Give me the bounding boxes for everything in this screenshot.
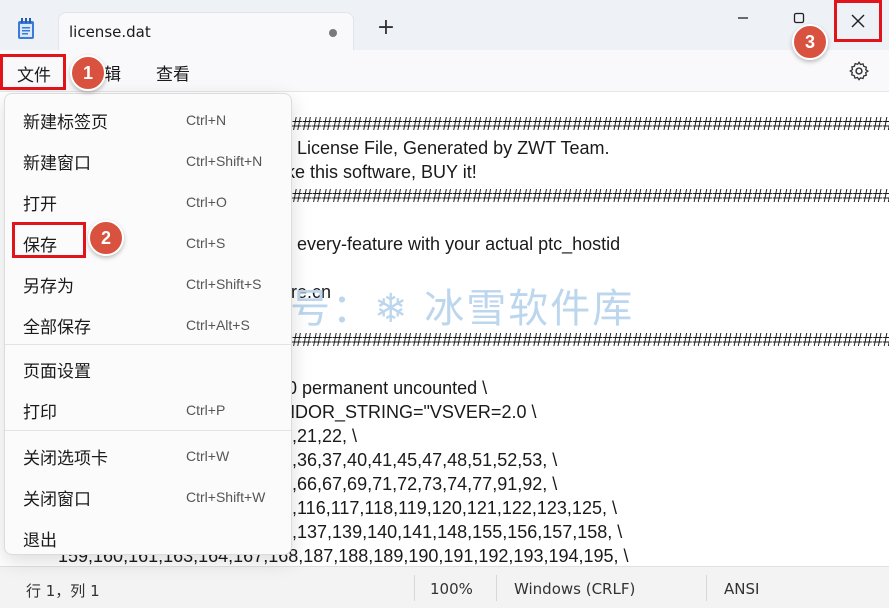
editor-line: ########################################… <box>282 114 889 134</box>
menu-item-save-all[interactable]: 全部保存 Ctrl+Alt+S <box>5 303 291 343</box>
editor-line: n every-feature with your actual ptc_hos… <box>282 234 621 254</box>
menu-divider <box>5 344 291 345</box>
editor-line: 9,21,22, \ <box>282 426 358 446</box>
minimize-icon <box>738 17 748 19</box>
step-badge-3: 3 <box>792 24 828 60</box>
editor-line: ike this software, BUY it! <box>282 162 477 182</box>
menu-item-label: 另存为 <box>23 277 74 297</box>
menu-item-print[interactable]: 打印 Ctrl+P <box>5 388 291 428</box>
menu-item-new-tab[interactable]: 新建标签页 Ctrl+N <box>5 98 291 138</box>
menu-item-close-window[interactable]: 关闭窗口 Ctrl+Shift+W <box>5 475 291 515</box>
menu-item-shortcut: Ctrl+Shift+S <box>186 276 262 292</box>
menu-item-label: 打印 <box>23 403 57 423</box>
new-tab-button[interactable]: + <box>374 16 398 40</box>
status-divider <box>496 575 497 601</box>
menu-item-label: 关闭窗口 <box>23 490 91 510</box>
menu-item-label: 关闭选项卡 <box>23 449 108 469</box>
menu-item-shortcut: Ctrl+Alt+S <box>186 317 250 333</box>
menu-item-label: 新建标签页 <box>23 113 108 133</box>
editor-line: 5,137,139,140,141,148,155,156,157,158, \ <box>282 522 623 542</box>
menu-item-exit[interactable]: 退出 <box>5 516 291 556</box>
menu-bar: 文件 辑 查看 <box>0 50 889 92</box>
editor-line: 5,116,117,118,119,120,121,122,123,125, \ <box>282 498 617 518</box>
minimize-button[interactable] <box>720 0 766 36</box>
menu-item-page-setup[interactable]: 页面设置 <box>5 347 291 387</box>
menu-item-label: 页面设置 <box>23 362 91 382</box>
menu-divider <box>5 430 291 431</box>
menu-item-shortcut: Ctrl+O <box>186 194 227 210</box>
menu-item-shortcut: Ctrl+S <box>186 235 226 251</box>
menu-item-shortcut: Ctrl+Shift+N <box>186 153 263 169</box>
file-menu-dropdown: 新建标签页 Ctrl+N 新建窗口 Ctrl+Shift+N 打开 Ctrl+O… <box>4 93 292 555</box>
maximize-icon <box>793 12 805 24</box>
cursor-position: 行 1，列 1 <box>26 582 100 600</box>
notepad-icon <box>16 18 36 40</box>
close-icon <box>851 14 865 28</box>
gear-icon[interactable] <box>848 60 870 82</box>
editor-line: .0 permanent uncounted \ <box>282 378 488 398</box>
zoom-level[interactable]: 100% <box>430 580 473 598</box>
menu-item-label: 全部保存 <box>23 318 91 338</box>
status-divider <box>706 575 707 601</box>
menu-item-shortcut: Ctrl+W <box>186 448 230 464</box>
close-button[interactable] <box>834 0 882 42</box>
menu-item-new-window[interactable]: 新建窗口 Ctrl+Shift+N <box>5 139 291 179</box>
unsaved-dot-icon[interactable] <box>329 29 337 37</box>
tab-title: license.dat <box>69 23 151 41</box>
tab-license[interactable]: license.dat <box>58 12 354 50</box>
step-badge-1: 1 <box>70 55 106 91</box>
editor-line: NDOR_STRING="VSVER=2.0 \ <box>282 402 537 422</box>
menu-file[interactable]: 文件 <box>0 54 66 90</box>
menu-item-shortcut: Ctrl+N <box>186 112 227 128</box>
status-bar: 行 1，列 1 100% Windows (CRLF) ANSI <box>0 566 889 608</box>
menu-edit[interactable]: 辑 <box>104 60 121 85</box>
menu-item-shortcut: Ctrl+P <box>186 402 226 418</box>
menu-item-shortcut: Ctrl+Shift+W <box>186 489 266 505</box>
line-ending[interactable]: Windows (CRLF) <box>514 580 635 598</box>
title-bar: license.dat + <box>0 0 889 50</box>
menu-item-label: 退出 <box>23 531 57 551</box>
editor-line: 5,66,67,69,71,72,73,74,77,91,92, \ <box>282 474 558 494</box>
step-badge-2: 2 <box>88 220 124 256</box>
editor-line: ########################################… <box>282 186 889 206</box>
menu-item-label: 新建窗口 <box>23 154 91 174</box>
encoding[interactable]: ANSI <box>724 580 759 598</box>
status-divider <box>414 575 415 601</box>
menu-item-open[interactable]: 打开 Ctrl+O <box>5 180 291 220</box>
menu-item-close-tab[interactable]: 关闭选项卡 Ctrl+W <box>5 434 291 474</box>
menu-view[interactable]: 查看 <box>156 60 190 85</box>
menu-item-save-as[interactable]: 另存为 Ctrl+Shift+S <box>5 262 291 302</box>
editor-line: 5,36,37,40,41,45,47,48,51,52,53, \ <box>282 450 558 470</box>
menu-item-label: 打开 <box>23 195 57 215</box>
editor-line: 0 License File, Generated by ZWT Team. <box>282 138 610 158</box>
save-highlight-box <box>12 222 86 258</box>
